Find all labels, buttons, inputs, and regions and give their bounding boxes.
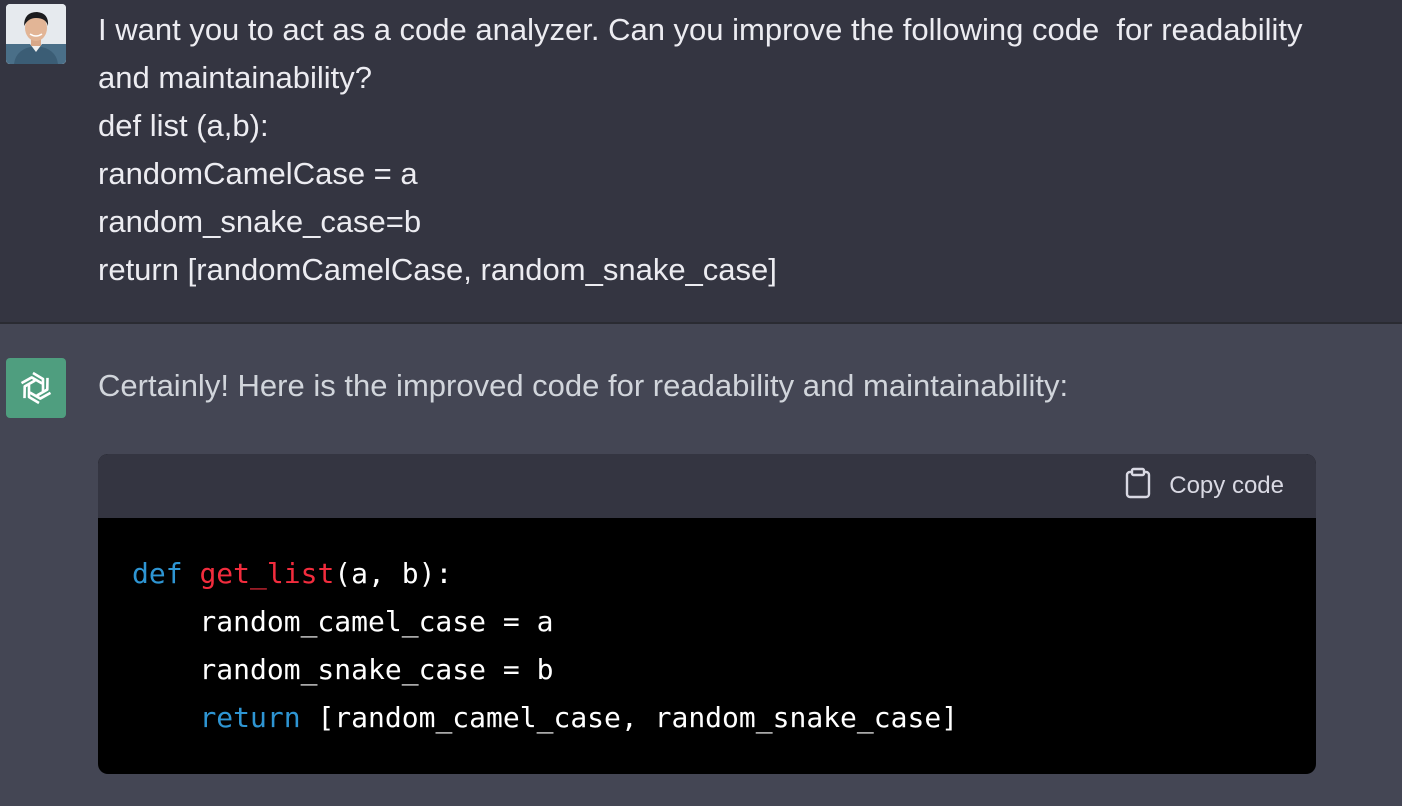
copy-code-label: Copy code <box>1169 472 1284 499</box>
user-line: I want you to act as a code analyzer. Ca… <box>98 12 1303 47</box>
code-line: random_camel_case = a <box>132 605 554 638</box>
openai-logo-icon <box>6 358 66 418</box>
user-message: I want you to act as a code analyzer. Ca… <box>0 0 1402 324</box>
assistant-intro-text: Certainly! Here is the improved code for… <box>98 368 1069 403</box>
code-line: def get_list(a, b): <box>132 550 1282 598</box>
user-line: and maintainability? <box>98 60 373 95</box>
assistant-message: Certainly! Here is the improved code for… <box>0 324 1402 806</box>
user-line: return [randomCamelCase, random_snake_ca… <box>98 252 777 287</box>
code-block-header: Copy code <box>98 454 1316 518</box>
copy-code-button[interactable]: Copy code <box>1125 467 1284 506</box>
code-line: return [random_camel_case, random_snake_… <box>132 694 1282 742</box>
user-avatar <box>6 4 66 64</box>
code-keyword: return <box>199 701 301 734</box>
code-content: def get_list(a, b): random_camel_case = … <box>98 518 1316 774</box>
code-text: [random_camel_case, random_snake_case] <box>300 701 959 734</box>
clipboard-icon <box>1125 467 1151 506</box>
code-text: (a, b): <box>334 557 453 590</box>
user-line: random_snake_case=b <box>98 204 422 239</box>
user-line: def list (a,b): <box>98 108 269 143</box>
user-message-text: I want you to act as a code analyzer. Ca… <box>98 6 1388 294</box>
code-keyword: def <box>132 557 183 590</box>
code-line: random_snake_case = b <box>132 653 554 686</box>
code-block: Copy code def get_list(a, b): random_cam… <box>98 454 1316 774</box>
user-line: randomCamelCase = a <box>98 156 418 191</box>
code-function-name: get_list <box>199 557 335 590</box>
